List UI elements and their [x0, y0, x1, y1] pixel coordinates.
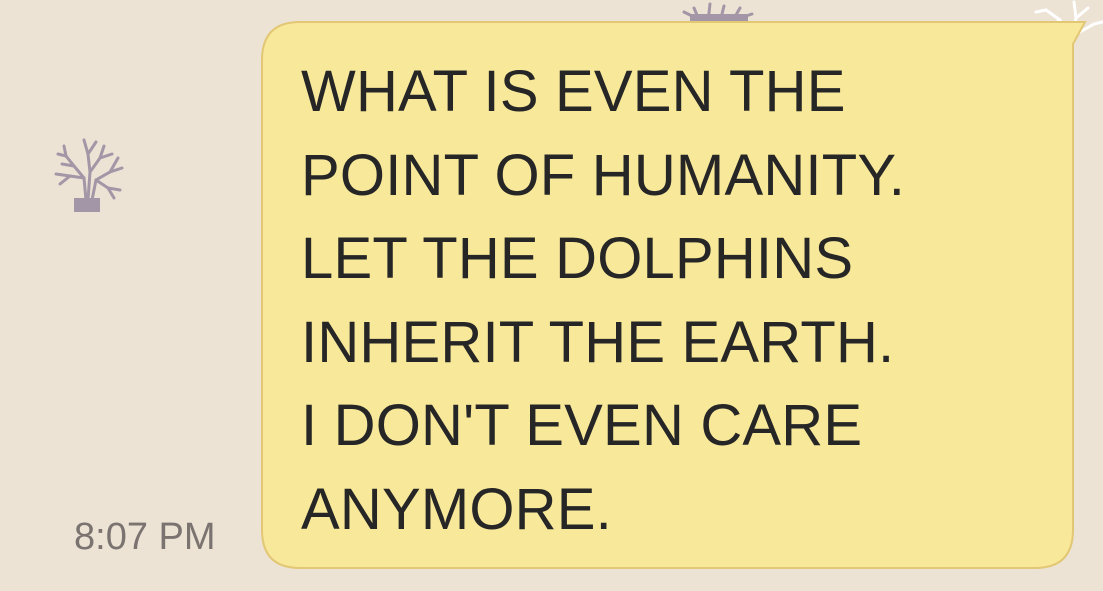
message-line: POINT OF HUMANITY.	[301, 142, 906, 208]
message-line: INHERIT THE EARTH.	[301, 309, 895, 375]
message-line: ANYMORE.	[301, 476, 612, 542]
message-text: WHAT IS EVEN THE POINT OF HUMANITY. LET …	[301, 50, 1061, 551]
message-line: WHAT IS EVEN THE	[301, 59, 846, 124]
message-bubble[interactable]: WHAT IS EVEN THE POINT OF HUMANITY. LET …	[0, 0, 1103, 591]
message-line: LET THE DOLPHINS	[301, 226, 854, 291]
chat-conversation-area: WHAT IS EVEN THE POINT OF HUMANITY. LET …	[0, 0, 1103, 591]
message-line: I DON'T EVEN CARE	[301, 393, 863, 458]
message-timestamp: 8:07 PM	[74, 516, 216, 558]
